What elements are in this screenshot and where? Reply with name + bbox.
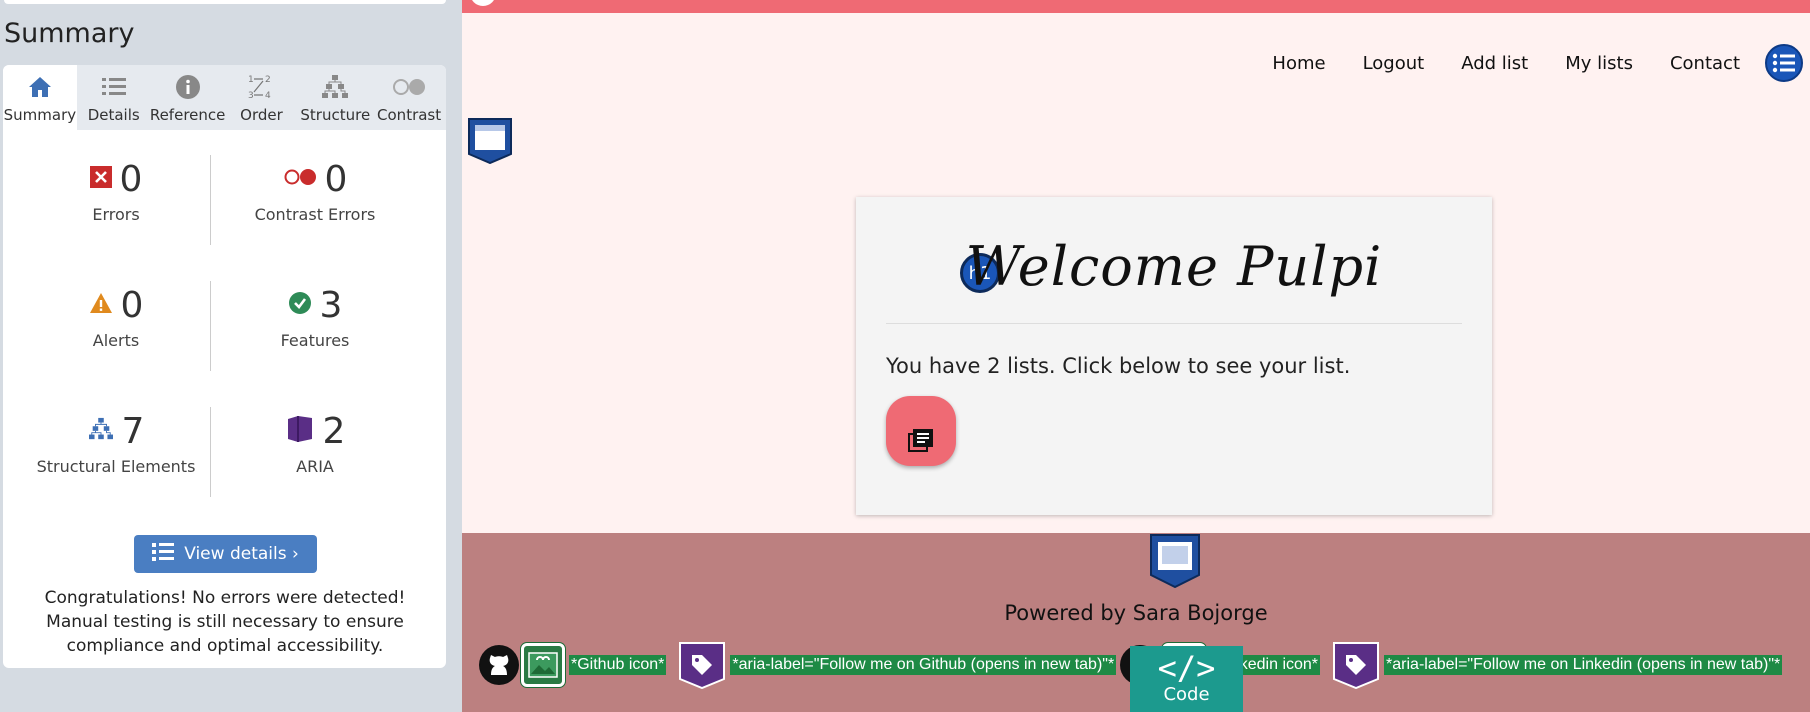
tab-label: Summary — [3, 106, 77, 124]
stat-row: 0 Errors 0 Contrast Errors — [3, 155, 446, 281]
page-heading: Welcome Pulpi — [965, 235, 1383, 298]
nav-add-list[interactable]: Add list — [1461, 53, 1528, 74]
header-band — [462, 0, 1810, 13]
tab-reference[interactable]: Reference — [149, 65, 226, 130]
svg-text:2: 2 — [265, 75, 271, 85]
stat-row: 7 Structural Elements 2 ARIA — [3, 407, 446, 533]
aria-icon — [285, 414, 315, 448]
summary-panel: Summary Details Reference 1 2 3 4 Order Str… — [3, 65, 446, 668]
svg-text:4: 4 — [265, 91, 271, 101]
footer-region-icon — [1150, 534, 1200, 592]
contrast-errors-count: 0 — [324, 158, 348, 200]
lists-message: You have 2 lists. Click below to see you… — [886, 354, 1351, 378]
svg-text:3: 3 — [248, 91, 254, 101]
main-nav: Home Logout Add list My lists Contact — [1272, 44, 1810, 82]
tab-label: Structure — [300, 106, 371, 124]
nav-my-lists[interactable]: My lists — [1565, 53, 1633, 74]
tab-label: Reference — [149, 106, 226, 124]
home-icon — [27, 72, 53, 102]
linked-image-icon — [521, 643, 565, 687]
structure-icon — [88, 417, 114, 445]
tab-label: Order — [240, 106, 283, 124]
sidebar-top-box — [4, 0, 446, 4]
error-icon — [89, 166, 112, 192]
welcome-card: h1 Welcome Pulpi You have 2 lists. Click… — [856, 197, 1492, 515]
tab-label: Contrast — [377, 106, 442, 124]
info-icon — [175, 72, 201, 102]
tab-order[interactable]: 1 2 3 4 Order — [225, 65, 299, 130]
code-label: Code — [1163, 684, 1210, 705]
stat-contrast-errors[interactable]: 0 Contrast Errors — [215, 155, 415, 225]
congrats-message: Congratulations! No errors were detected… — [44, 588, 406, 656]
tab-structure[interactable]: Structure — [298, 65, 372, 130]
structure-icon — [321, 72, 349, 102]
stat-alerts[interactable]: 0 Alerts — [16, 281, 216, 350]
structural-count: 7 — [121, 410, 145, 452]
tab-bar: Summary Details Reference 1 2 3 4 Order Str… — [3, 65, 446, 130]
errors-label: Errors — [92, 205, 140, 224]
tab-contrast[interactable]: Contrast — [372, 65, 446, 130]
sidebar-title: Summary — [4, 18, 135, 49]
my-lists-button[interactable] — [886, 396, 956, 466]
order-icon: 1 2 3 4 — [247, 72, 275, 102]
github-alt-text: *Github icon* — [569, 655, 667, 675]
alert-icon — [89, 292, 113, 318]
nav-home[interactable]: Home — [1272, 53, 1325, 74]
view-details-button[interactable]: View details › — [134, 535, 317, 573]
wave-sidebar: Summary Summary Details Reference 1 2 3 … — [0, 0, 462, 712]
aria-count: 2 — [322, 410, 346, 452]
wave-marker — [470, 0, 496, 6]
contrast-error-icon — [283, 168, 317, 190]
linkedin-aria-text: *aria-label="Follow me on Linkedin (open… — [1384, 655, 1783, 675]
nav-logout[interactable]: Logout — [1363, 53, 1425, 74]
contrast-icon — [392, 72, 426, 102]
tab-label: Details — [87, 106, 140, 124]
alerts-label: Alerts — [92, 331, 140, 350]
page-content: Home Logout Add list My lists Contact h1… — [462, 0, 1810, 712]
stats-grid: 0 Errors 0 Contrast Errors 0 Alerts 3 Fe… — [3, 155, 446, 533]
view-details-label: View details › — [184, 544, 299, 564]
stat-structural[interactable]: 7 Structural Elements — [16, 407, 216, 477]
features-label: Features — [280, 331, 350, 350]
list-icon — [101, 72, 127, 102]
nav-contact[interactable]: Contact — [1670, 53, 1740, 74]
code-icon: </> — [1157, 649, 1216, 687]
alerts-count: 0 — [120, 284, 144, 326]
powered-by-text: Powered by Sara Bojorge — [1004, 601, 1268, 625]
page-footer: Powered by Sara Bojorge *Github icon* *a… — [462, 533, 1810, 712]
github-icon[interactable] — [479, 645, 519, 685]
feature-icon — [288, 291, 312, 319]
stat-aria[interactable]: 2 ARIA — [215, 407, 415, 476]
features-count: 3 — [319, 284, 343, 326]
list-icon — [152, 542, 175, 567]
unordered-list-icon[interactable] — [1765, 44, 1803, 82]
stat-features[interactable]: 3 Features — [215, 281, 415, 351]
stat-errors[interactable]: 0 Errors — [16, 155, 216, 224]
tab-details[interactable]: Details — [77, 65, 151, 130]
aria-label: ARIA — [296, 457, 334, 476]
library-icon — [908, 428, 934, 456]
aria-label-icon — [678, 641, 726, 690]
tab-summary[interactable]: Summary — [3, 65, 77, 130]
contrast-errors-label: Contrast Errors — [254, 205, 376, 224]
stat-row: 0 Alerts 3 Features — [3, 281, 446, 407]
structural-label: Structural Elements — [36, 457, 196, 476]
divider — [886, 323, 1462, 324]
code-toggle-button[interactable]: </> Code — [1130, 646, 1243, 712]
github-aria-text: *aria-label="Follow me on Github (opens … — [730, 655, 1117, 675]
document-region-icon — [468, 118, 512, 168]
aria-label-icon — [1332, 641, 1380, 690]
svg-text:1: 1 — [248, 75, 254, 85]
errors-count: 0 — [119, 158, 143, 200]
